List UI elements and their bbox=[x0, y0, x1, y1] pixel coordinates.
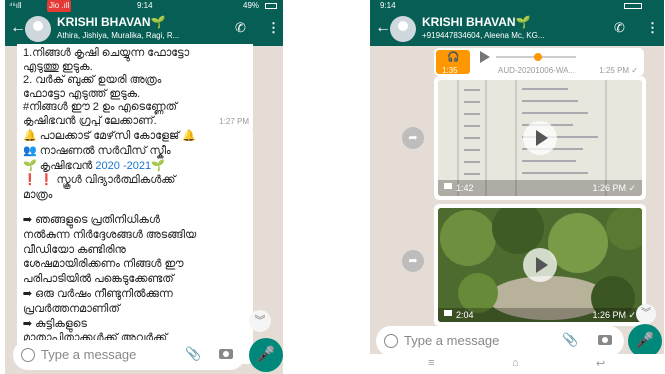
camera-icon[interactable] bbox=[598, 335, 612, 345]
message-line: ❗ ❗ സ്കൂൾ വിദ്യാർത്ഥികൾക്ക് bbox=[23, 174, 176, 187]
message-line: 👥 നാഷണൽ സർവീസ് സ്കീം bbox=[23, 144, 171, 157]
right-phone-screen: 9:14 ← KRISHI BHAVAN🌱 +919447834604, Ale… bbox=[370, 0, 664, 374]
emoji-icon[interactable] bbox=[21, 348, 35, 362]
group-avatar[interactable] bbox=[390, 16, 416, 42]
group-members[interactable]: +919447834604, Aleena Mc, KG... bbox=[422, 31, 572, 40]
back-arrow-icon[interactable]: ← bbox=[10, 20, 26, 36]
video-play-icon[interactable] bbox=[523, 248, 557, 282]
message-bubble[interactable]: 1.നിങ്ങൾ കൃഷി ചെയ്യുന്ന ഫോട്ടോ എടുത്തു ഇ… bbox=[17, 44, 253, 131]
play-icon[interactable] bbox=[480, 51, 490, 63]
message-line: 2. വർക് ബുക്ക് ഉയരി അത്രം bbox=[23, 74, 162, 86]
audio-thumbnail: 🎧 1:35 bbox=[436, 50, 470, 75]
video-duration: 1:42 bbox=[456, 183, 474, 193]
forward-icon[interactable]: ➦ bbox=[402, 250, 424, 272]
message-line: 1.നിങ്ങൾ കൃഷി ചെയ്യുന്ന ഫോട്ടോ bbox=[23, 47, 190, 59]
video-thumbnail-garden[interactable]: 2:04 1:26 PM ✓ bbox=[438, 208, 642, 322]
message-line: ഫോട്ടോ എടുത്ത് ഇടുക. bbox=[23, 87, 141, 100]
forward-icon[interactable]: ➦ bbox=[402, 127, 424, 149]
message-placeholder: Type a message bbox=[404, 333, 500, 348]
mic-button[interactable]: 🎤 bbox=[249, 338, 283, 372]
status-time: 9:14 bbox=[137, 1, 153, 10]
chat-area: 🎧 1:35 AUD-20201006-WA... 1:25 PM ✓ ➦ 1:… bbox=[370, 46, 664, 374]
chat-area: 1.നിങ്ങൾ കൃഷി ചെയ്യുന്ന ഫോട്ടോ എടുത്തു ഇ… bbox=[5, 44, 283, 374]
video-message[interactable]: 1:42 1:26 PM ✓ bbox=[434, 76, 646, 200]
mic-button[interactable]: 🎤 bbox=[628, 324, 662, 358]
year-text: 2020 -2021 bbox=[95, 159, 152, 172]
message-line: 🌱 കൃഷിഭവൻ 2020 -2021🌱 bbox=[23, 159, 165, 172]
audio-message[interactable]: 🎧 1:35 AUD-20201006-WA... 1:25 PM ✓ bbox=[434, 48, 644, 76]
message-line: പരിപാടിയിൽ പങ്കെടുക്കേണ്ടത് bbox=[23, 273, 174, 286]
message-line: വീഡിയോ കണ്ടിരിനു bbox=[23, 243, 126, 256]
home-nav-icon[interactable]: ⌂ bbox=[512, 357, 519, 369]
add-call-icon[interactable]: ✆ bbox=[235, 21, 246, 35]
message-input[interactable]: Type a message 📎 bbox=[376, 326, 624, 356]
group-title[interactable]: KRISHI BHAVAN🌱 bbox=[57, 15, 166, 29]
signal-indicator: ⁴⁶ıll bbox=[9, 1, 22, 10]
message-placeholder: Type a message bbox=[41, 347, 137, 362]
message-line: ശേഷമായിരിക്കണം നിങ്ങൾ ഈ bbox=[23, 258, 184, 271]
back-nav-icon[interactable]: ↩ bbox=[596, 357, 605, 370]
message-line: ➡ ഞങ്ങളുടെ പ്രതിനിധികൾ bbox=[23, 213, 160, 226]
group-avatar[interactable] bbox=[25, 16, 51, 42]
back-arrow-icon[interactable]: ← bbox=[375, 20, 391, 36]
menu-nav-icon[interactable]: ≡ bbox=[428, 357, 434, 369]
message-line: കൃഷിഭവൻ ഗ്രൂപ്പ് ലേക്കാണ്. bbox=[23, 114, 157, 127]
video-message[interactable]: 2:04 1:26 PM ✓ bbox=[434, 204, 646, 326]
group-title[interactable]: KRISHI BHAVAN🌱 bbox=[422, 15, 531, 29]
message-line: എടുത്തു ഇടുക. bbox=[23, 60, 93, 73]
message-line: മാത്രം bbox=[23, 189, 53, 202]
status-bar: ⁴⁶ıll Jio .ıll 9:14 49% bbox=[5, 0, 283, 12]
status-bar: 9:14 bbox=[370, 0, 664, 12]
more-options-icon[interactable]: ⋮ bbox=[267, 21, 280, 35]
left-phone-screen: ⁴⁶ıll Jio .ıll 9:14 49% ← KRISHI BHAVAN🌱… bbox=[5, 0, 283, 374]
system-nav-bar: ≡ ⌂ ↩ bbox=[370, 354, 664, 374]
video-camera-icon bbox=[444, 183, 452, 189]
status-time: 9:14 bbox=[380, 1, 396, 10]
video-play-icon[interactable] bbox=[523, 121, 557, 155]
video-thumbnail-notebook[interactable]: 1:42 1:26 PM ✓ bbox=[438, 80, 642, 196]
headphones-icon: 🎧 bbox=[447, 52, 460, 63]
more-options-icon[interactable]: ⋮ bbox=[646, 21, 659, 35]
carrier-badge: Jio .ıll bbox=[47, 0, 72, 12]
message-line: 🔔 പാലക്കാട് മേഴ്‌സി കോളേജ് 🔔 bbox=[23, 130, 196, 142]
chat-header: ← KRISHI BHAVAN🌱 +919447834604, Aleena M… bbox=[370, 12, 664, 46]
audio-progress-handle[interactable] bbox=[534, 53, 542, 61]
battery-icon bbox=[624, 3, 642, 9]
attach-icon[interactable]: 📎 bbox=[185, 346, 201, 362]
video-duration: 2:04 bbox=[456, 310, 474, 320]
message-time: 1:26 PM ✓ bbox=[592, 183, 636, 193]
scroll-down-icon[interactable]: ︾ bbox=[636, 304, 656, 324]
battery-icon bbox=[265, 3, 277, 9]
battery-percent: 49% bbox=[243, 1, 260, 10]
message-line: #നിങ്ങൾ ഈ 2 ഉം എടെണ്ണേത് bbox=[23, 101, 178, 113]
scroll-down-icon[interactable]: ︾ bbox=[249, 310, 271, 332]
message-input[interactable]: Type a message 📎 bbox=[13, 340, 245, 370]
camera-icon[interactable] bbox=[219, 349, 233, 359]
message-line: ➡ ഒരു വർഷം നീണ്ടുനിൽക്കുന്ന bbox=[23, 287, 173, 300]
attach-icon[interactable]: 📎 bbox=[562, 332, 578, 348]
chat-header: ← KRISHI BHAVAN🌱 Athira, Jishiya, Murali… bbox=[5, 12, 283, 46]
message-bubble[interactable]: 🔔 പാലക്കാട് മേഴ്‌സി കോളേജ് 🔔 👥 നാഷണൽ സർവ… bbox=[17, 126, 253, 364]
message-line: പ്രവർത്തനമാണിത് bbox=[23, 302, 120, 315]
message-time: 1:26 PM ✓ bbox=[592, 310, 636, 320]
group-members[interactable]: Athira, Jishiya, Muralika, Ragi, R... bbox=[57, 31, 207, 40]
video-camera-icon bbox=[444, 310, 452, 316]
emoji-icon[interactable] bbox=[384, 334, 398, 348]
add-call-icon[interactable]: ✆ bbox=[614, 21, 625, 35]
message-line: നൽകുന്ന നിർദ്ദേശങ്ങൾ അടങ്ങിയ bbox=[23, 228, 197, 241]
message-line: ➡ കുട്ടികളുടെ bbox=[23, 317, 88, 330]
